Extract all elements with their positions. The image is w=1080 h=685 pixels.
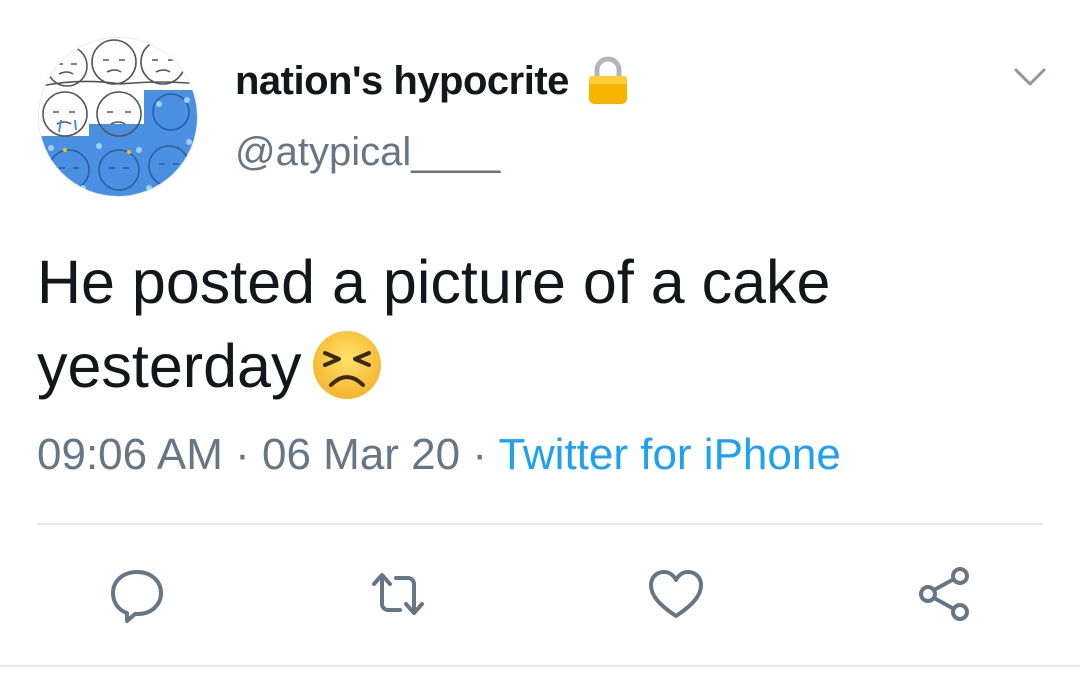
bottom-divider	[0, 665, 1080, 667]
display-name[interactable]: nation's hypocrite	[235, 59, 569, 104]
tweet-meta: 09:06 AM · 06 Mar 20 · Twitter for iPhon…	[37, 430, 841, 480]
meta-separator: ·	[460, 430, 499, 479]
lock-icon	[585, 56, 631, 106]
share-button[interactable]	[912, 562, 976, 626]
like-button[interactable]	[644, 562, 708, 626]
meta-separator: ·	[222, 430, 263, 479]
reply-icon	[111, 570, 163, 623]
tweet-text-content: He posted a picture of a cake yesterday	[37, 248, 831, 400]
avatar[interactable]	[38, 37, 198, 197]
share-icon	[919, 567, 969, 621]
chevron-down-icon[interactable]	[1012, 62, 1048, 92]
tweet-date: 06 Mar 20	[262, 430, 461, 479]
like-icon	[649, 570, 703, 618]
tweet-time: 09:06 AM	[37, 430, 223, 479]
retweet-button[interactable]	[366, 562, 430, 626]
display-name-row: nation's hypocrite	[235, 56, 631, 106]
persevering-face-emoji	[311, 329, 383, 401]
tweet-text: He posted a picture of a cake yesterday	[37, 240, 1037, 408]
retweet-icon	[372, 573, 424, 615]
tweet-source-link[interactable]: Twitter for iPhone	[498, 430, 840, 479]
user-handle[interactable]: @atypical____	[235, 130, 500, 175]
tweet-detail: nation's hypocrite @atypical____ He post…	[0, 0, 1080, 685]
divider	[37, 523, 1043, 525]
reply-button[interactable]	[105, 562, 169, 626]
avatar-drawing	[39, 38, 197, 196]
